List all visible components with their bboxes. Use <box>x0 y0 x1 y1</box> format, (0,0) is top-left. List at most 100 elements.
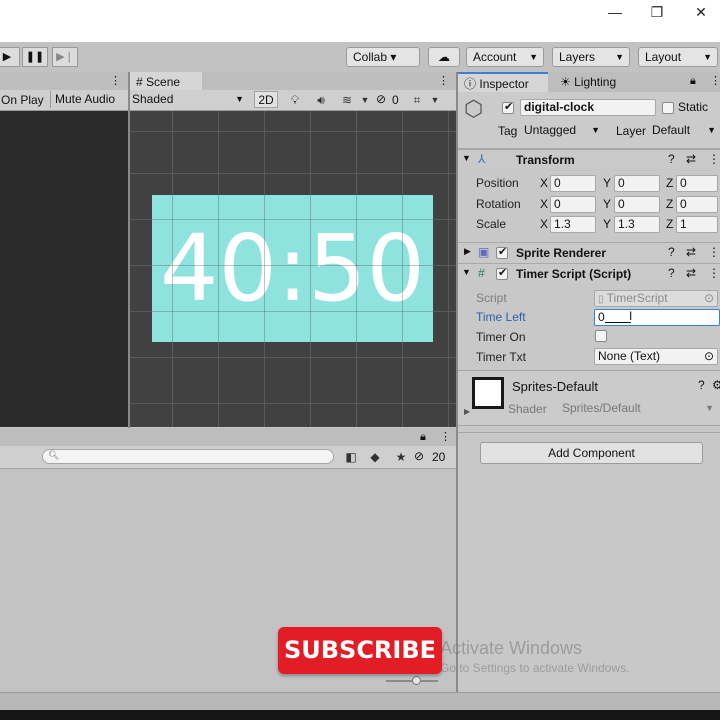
help-icon[interactable]: ? <box>668 245 675 259</box>
rotation-z-field[interactable]: 0 <box>676 196 718 213</box>
sprite-renderer-header[interactable]: ▶ ▣ ✔ Sprite Renderer ? ⇄ ⋮ <box>458 242 720 263</box>
account-dropdown[interactable]: Account ▼ <box>466 47 544 67</box>
layout-label: Layout <box>645 50 682 64</box>
clock-sprite[interactable]: 40:50 <box>152 195 433 342</box>
chevron-down-icon[interactable]: ▼ <box>356 91 374 109</box>
chevron-down-icon[interactable]: ▼ <box>426 91 444 109</box>
presets-icon[interactable]: ⇄ <box>686 245 696 259</box>
gear-icon[interactable]: ⚙ <box>712 378 720 392</box>
add-component-button[interactable]: Add Component <box>480 442 703 464</box>
more-icon[interactable]: ⋮ <box>708 152 720 166</box>
cloud-icon[interactable]: ☁ <box>428 47 460 67</box>
layers-dropdown[interactable]: Layers ▼ <box>552 47 630 67</box>
scale-x-field[interactable]: 1.3 <box>550 216 596 233</box>
more-icon[interactable]: ⋮ <box>110 74 121 87</box>
active-checkbox[interactable]: ✔ <box>502 101 514 114</box>
tag-label: Tag <box>498 124 518 138</box>
maximize-icon[interactable]: ❐ <box>642 2 672 22</box>
layout-dropdown[interactable]: Layout ▼ <box>638 47 718 67</box>
pause-icon[interactable]: ❚❚ <box>22 47 48 67</box>
help-icon[interactable]: ? <box>698 378 705 392</box>
2d-mode-toggle[interactable]: 2D <box>254 91 278 108</box>
sprite-renderer-enabled-checkbox[interactable]: ✔ <box>496 246 508 259</box>
chevron-down-icon: ▼ <box>615 52 624 62</box>
object-name-field[interactable]: digital-clock <box>520 99 656 116</box>
timer-txt-field[interactable]: None (Text) ⊙ <box>594 348 718 365</box>
position-z-field[interactable]: 0 <box>676 175 718 192</box>
text-cursor-icon: I <box>629 309 633 323</box>
position-y-field[interactable]: 0 <box>614 175 660 192</box>
lighting-toggle-icon[interactable]: 💡︎ <box>286 91 304 109</box>
favorites-icon[interactable]: ★ <box>392 448 410 466</box>
material-preview[interactable] <box>472 377 504 409</box>
play-icon[interactable]: ▶ <box>0 47 20 67</box>
timer-on-label: Timer On <box>476 330 526 344</box>
gizmos-icon[interactable]: ⌗ <box>408 91 426 109</box>
static-checkbox[interactable] <box>662 102 674 114</box>
timer-script-enabled-checkbox[interactable]: ✔ <box>496 267 508 280</box>
timer-script-title: Timer Script (Script) <box>516 267 632 281</box>
tag-value: Untagged <box>524 123 577 137</box>
lock-icon[interactable]: 🔒︎ <box>420 431 426 444</box>
audio-toggle-icon[interactable]: 🔊︎ <box>312 91 330 109</box>
shading-mode-dropdown[interactable]: Shaded ▼ <box>132 91 246 108</box>
activate-windows-watermark: Activate Windows Go to Settings to activ… <box>440 638 720 682</box>
transform-header[interactable]: ▼ ⅄ Transform ? ⇄ ⋮ <box>458 149 720 170</box>
foldout-collapsed-icon[interactable]: ▶ <box>464 246 471 257</box>
filter-by-type-icon[interactable]: ◧ <box>342 448 360 466</box>
z-label: Z <box>666 217 674 231</box>
object-picker-icon[interactable]: ⊙ <box>704 349 714 364</box>
project-tab-row: 🔒︎ ⋮ <box>0 428 456 448</box>
tab-inspector[interactable]: ⓘ Inspector <box>458 72 548 92</box>
more-icon[interactable]: ⋮ <box>708 245 720 259</box>
shader-dropdown[interactable]: Sprites/Default ▼ <box>562 400 716 417</box>
x-label: X <box>540 217 549 231</box>
checkmark-icon: ✔ <box>498 267 508 279</box>
y-label: Y <box>603 176 612 190</box>
effects-toggle-icon[interactable]: ≋ <box>338 91 356 109</box>
presets-icon[interactable]: ⇄ <box>686 152 696 166</box>
timer-on-checkbox[interactable] <box>595 330 607 342</box>
more-icon[interactable]: ⋮ <box>438 74 449 87</box>
presets-icon[interactable]: ⇄ <box>686 266 696 280</box>
divider <box>458 432 720 433</box>
zoom-slider-handle[interactable] <box>412 676 421 685</box>
hidden-packages-icon[interactable]: ⊘ <box>414 449 424 463</box>
position-x-field[interactable]: 0 <box>550 175 596 192</box>
scale-y-field[interactable]: 1.3 <box>614 216 660 233</box>
foldout-expanded-icon[interactable]: ▼ <box>462 267 471 277</box>
mute-audio-toggle[interactable]: Mute Audio <box>50 91 119 108</box>
tab-lighting[interactable]: ☀ Lighting <box>554 72 644 92</box>
tag-dropdown[interactable]: Untagged ▼ <box>524 122 602 139</box>
close-icon[interactable]: ✕ <box>686 2 716 22</box>
filter-by-label-icon[interactable]: ◆ <box>366 448 384 466</box>
subscribe-button[interactable]: SUBSCRIBE <box>278 627 442 674</box>
tab-scene[interactable]: # Scene <box>130 72 202 92</box>
more-icon[interactable]: ⋮ <box>708 266 720 280</box>
hidden-objects-icon[interactable]: ⊘ <box>376 92 386 106</box>
lighting-icon: ☀ <box>560 75 571 89</box>
watermark-subtitle: Go to Settings to activate Windows. <box>440 661 630 675</box>
timer-script-header[interactable]: ▼ # ✔ Timer Script (Script) ? ⇄ ⋮ <box>458 263 720 284</box>
minimize-icon[interactable]: — <box>600 2 630 22</box>
layer-dropdown[interactable]: Default ▼ <box>652 122 718 139</box>
foldout-collapsed-icon[interactable]: ▶ <box>464 407 470 416</box>
more-icon[interactable]: ⋮ <box>440 430 451 443</box>
script-reference-value: TimerScript <box>606 291 668 305</box>
rotation-x-field[interactable]: 0 <box>550 196 596 213</box>
rotation-y-field[interactable]: 0 <box>614 196 660 213</box>
y-label: Y <box>603 217 612 231</box>
checkmark-icon: ✔ <box>498 246 508 258</box>
step-icon[interactable]: ▶❘ <box>52 47 78 67</box>
scene-viewport[interactable]: 40:50 <box>130 111 456 427</box>
foldout-expanded-icon[interactable]: ▼ <box>462 153 471 163</box>
lock-icon[interactable]: 🔒︎ <box>690 75 696 88</box>
project-search-input[interactable]: 🔍︎ <box>42 449 334 464</box>
collab-button[interactable]: Collab ▾ <box>346 47 420 67</box>
help-icon[interactable]: ? <box>668 152 675 166</box>
help-icon[interactable]: ? <box>668 266 675 280</box>
scale-z-field[interactable]: 1 <box>676 216 718 233</box>
maximize-on-play-toggle[interactable]: On Play <box>1 93 44 107</box>
more-icon[interactable]: ⋮ <box>710 74 720 87</box>
time-left-input[interactable]: 0 I <box>594 309 720 326</box>
